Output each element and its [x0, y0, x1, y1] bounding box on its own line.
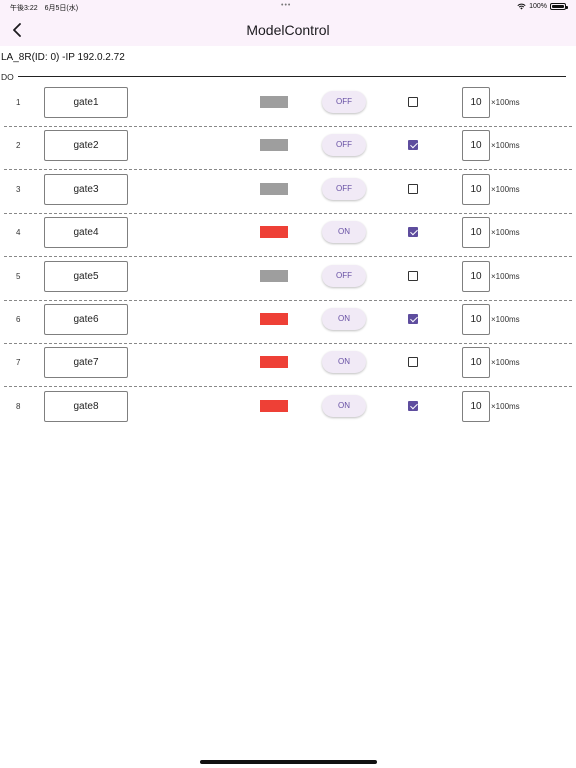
state-indicator [260, 313, 288, 325]
on-off-toggle-button[interactable]: ON [322, 221, 366, 244]
output-row: 3 gate3 OFF 10 ×100ms [0, 171, 576, 214]
interval-input[interactable]: 10 [462, 173, 490, 205]
state-indicator [260, 356, 288, 369]
interval-input[interactable]: 10 [462, 347, 490, 379]
home-indicator[interactable] [200, 760, 377, 764]
interval-input[interactable]: 10 [462, 390, 490, 422]
gate-name-field[interactable]: gate6 [44, 304, 128, 335]
gate-name-field[interactable]: gate7 [44, 347, 128, 379]
multitask-dots[interactable]: ••• [281, 2, 291, 9]
on-off-toggle-button[interactable]: OFF [322, 91, 366, 113]
select-checkbox[interactable] [408, 270, 418, 281]
on-off-toggle-button[interactable]: OFF [322, 264, 366, 287]
gate-name-field[interactable]: gate4 [44, 217, 128, 249]
output-row: 2 gate2 OFF 10 ×100ms [0, 127, 576, 171]
output-row: 1 gate1 OFF 10 ×100ms [0, 84, 576, 127]
gate-name-field[interactable]: gate1 [44, 87, 128, 118]
section-label-do: DO [1, 72, 14, 82]
interval-unit-label: ×100ms [491, 315, 520, 324]
on-off-toggle-button[interactable]: OFF [322, 177, 366, 200]
gate-name-field[interactable]: gate3 [44, 173, 128, 205]
interval-input[interactable]: 10 [462, 217, 490, 249]
interval-unit-label: ×100ms [491, 184, 520, 194]
interval-unit-label: ×100ms [491, 228, 520, 238]
wifi-icon [517, 3, 526, 10]
gate-name-field[interactable]: gate2 [44, 130, 128, 162]
on-off-toggle-button[interactable]: OFF [322, 134, 366, 157]
state-indicator [260, 269, 288, 282]
state-indicator [260, 182, 288, 195]
status-time: 午後3:22 [10, 5, 38, 12]
row-number: 6 [16, 315, 21, 324]
select-checkbox[interactable] [408, 227, 418, 238]
interval-unit-label: ×100ms [491, 401, 520, 411]
interval-unit-label: ×100ms [491, 271, 520, 281]
battery-icon [550, 3, 568, 10]
select-checkbox[interactable] [408, 357, 418, 368]
interval-input[interactable]: 10 [462, 260, 490, 292]
output-row: 6 gate6 ON 10 ×100ms [0, 301, 576, 344]
state-indicator [260, 226, 288, 239]
row-number: 7 [16, 358, 21, 368]
page-title: ModelControl [246, 22, 330, 38]
output-row: 7 gate7 ON 10 ×100ms [0, 344, 576, 388]
select-checkbox[interactable] [408, 314, 418, 324]
row-number: 4 [16, 228, 21, 238]
section-divider [18, 75, 566, 77]
state-indicator [260, 96, 288, 108]
gate-name-field[interactable]: gate5 [44, 260, 128, 292]
output-row: 5 gate5 OFF 10 ×100ms [0, 258, 576, 301]
interval-input[interactable]: 10 [462, 130, 490, 162]
device-title: LA_8R(ID: 0) -IP 192.0.2.72 [1, 52, 125, 63]
interval-input[interactable]: 10 [462, 304, 490, 335]
row-number: 3 [16, 184, 21, 194]
output-row: 4 gate4 ON 10 ×100ms [0, 214, 576, 258]
select-checkbox[interactable] [408, 400, 418, 411]
select-checkbox[interactable] [408, 183, 418, 194]
state-indicator [260, 139, 288, 152]
row-number: 5 [16, 271, 21, 281]
row-number: 2 [16, 141, 21, 151]
interval-unit-label: ×100ms [491, 358, 520, 368]
navigation-bar: ModelControl [0, 14, 576, 46]
on-off-toggle-button[interactable]: ON [322, 351, 366, 374]
row-number: 1 [16, 98, 21, 107]
status-bar: 午後3:22 6月5日(水) ••• 100% [0, 0, 576, 14]
on-off-toggle-button[interactable]: ON [322, 394, 366, 417]
output-row: 8 gate8 ON 10 ×100ms [0, 388, 576, 431]
select-checkbox[interactable] [408, 97, 418, 107]
interval-unit-label: ×100ms [491, 141, 520, 151]
state-indicator [260, 399, 288, 412]
status-time-date: 午後3:22 6月5日(水) [10, 3, 78, 13]
interval-unit-label: ×100ms [491, 98, 520, 107]
battery-percent: 100% [529, 3, 547, 10]
gate-name-field[interactable]: gate8 [44, 390, 128, 422]
on-off-toggle-button[interactable]: ON [322, 308, 366, 330]
row-number: 8 [16, 401, 21, 411]
select-checkbox[interactable] [408, 140, 418, 151]
status-date: 6月5日(水) [44, 5, 79, 12]
interval-input[interactable]: 10 [462, 87, 490, 118]
status-indicators: 100% [517, 3, 568, 10]
